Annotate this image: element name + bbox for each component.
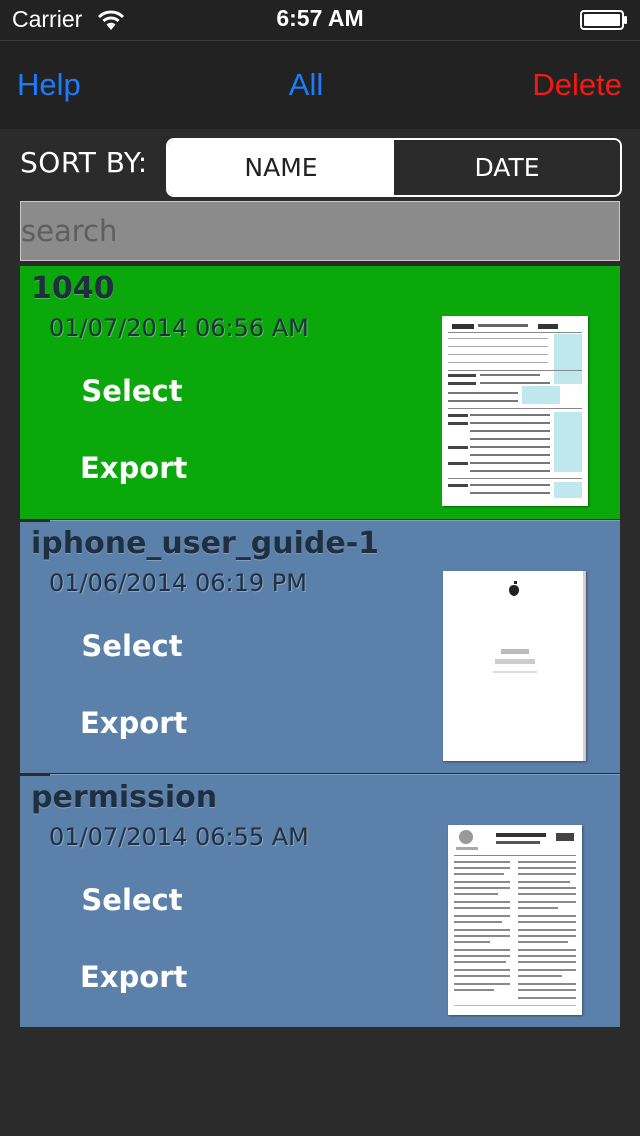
sort-segmented-control: NAME DATE: [166, 138, 622, 197]
document-name: 1040: [31, 271, 115, 306]
document-row-1040[interactable]: 1040 01/07/2014 06:56 AM Select Export: [20, 266, 620, 519]
document-name: iphone_user_guide-1: [31, 526, 380, 561]
battery-icon: [580, 10, 628, 30]
export-button[interactable]: Export: [80, 960, 187, 994]
status-bar: Carrier 6:57 AM: [0, 0, 640, 40]
document-name: permission: [31, 780, 218, 815]
tax-form-thumbnail[interactable]: [442, 316, 588, 506]
document-date: 01/07/2014 06:56 AM: [49, 314, 309, 342]
select-button[interactable]: Select: [80, 374, 184, 408]
document-row-iphone-user-guide[interactable]: iphone_user_guide-1 01/06/2014 06:19 PM …: [20, 520, 620, 773]
search-input[interactable]: [21, 202, 619, 260]
navigation-bar: Help All Delete: [0, 40, 640, 129]
all-button[interactable]: All: [0, 67, 612, 103]
sort-name-segment[interactable]: NAME: [168, 140, 394, 195]
search-box: [20, 201, 620, 261]
export-button[interactable]: Export: [80, 706, 187, 740]
document-date: 01/06/2014 06:19 PM: [49, 569, 307, 597]
select-button[interactable]: Select: [80, 883, 184, 917]
status-time: 6:57 AM: [276, 5, 364, 31]
document-row-permission[interactable]: permission 01/07/2014 06:55 AM Select Ex…: [20, 774, 620, 1027]
sort-date-segment[interactable]: DATE: [394, 140, 620, 195]
user-guide-thumbnail[interactable]: [443, 571, 586, 761]
permission-form-thumbnail[interactable]: [448, 825, 582, 1015]
sort-by-label: SORT BY:: [20, 146, 148, 179]
export-button[interactable]: Export: [80, 451, 187, 485]
document-date: 01/07/2014 06:55 AM: [49, 823, 309, 851]
delete-button[interactable]: Delete: [532, 67, 622, 103]
select-button[interactable]: Select: [80, 629, 184, 663]
